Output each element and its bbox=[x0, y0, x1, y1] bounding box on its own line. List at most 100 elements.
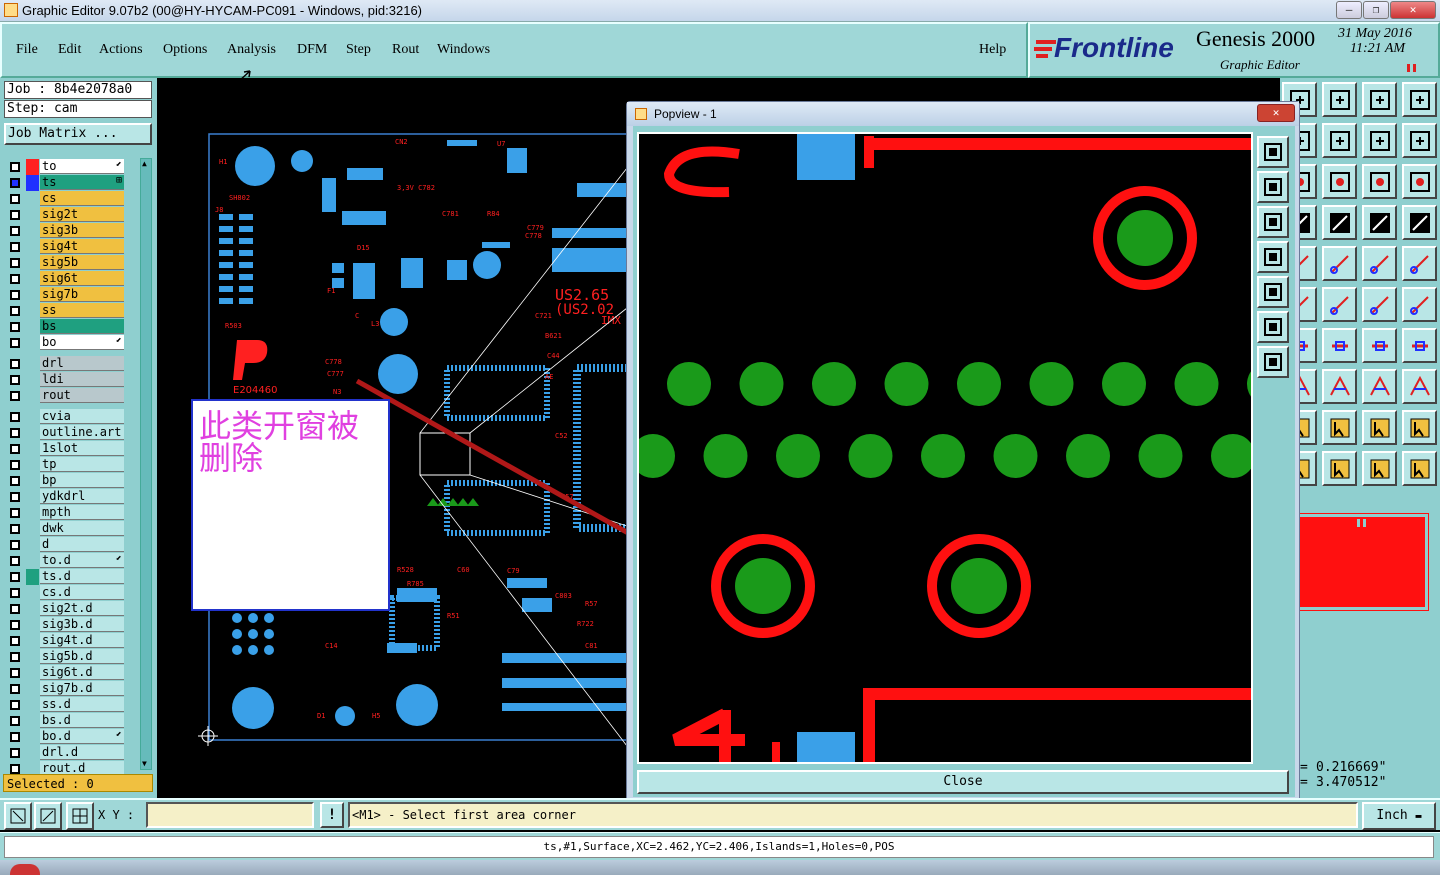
layer-row-ydkdrl[interactable]: ydkdrl bbox=[8, 489, 124, 505]
select-box-tool-button[interactable] bbox=[1322, 451, 1357, 486]
layer-row-mpth[interactable]: mpth bbox=[8, 505, 124, 521]
down-level-button[interactable] bbox=[1257, 206, 1289, 238]
measure-button[interactable] bbox=[34, 802, 62, 830]
layer-checkbox[interactable] bbox=[10, 492, 20, 502]
layer-checkbox[interactable] bbox=[10, 620, 20, 630]
close-window-button[interactable]: ✕ bbox=[1390, 1, 1436, 19]
menu-analysis[interactable]: Analysis bbox=[227, 42, 276, 58]
start-button-icon[interactable] bbox=[10, 864, 40, 875]
layer-checkbox[interactable] bbox=[10, 524, 20, 534]
layer-checkbox[interactable] bbox=[10, 290, 20, 300]
menu-options[interactable]: Options bbox=[163, 42, 207, 58]
layer-checkbox[interactable] bbox=[10, 636, 20, 646]
layer-row-bs-d[interactable]: bs.d bbox=[8, 713, 124, 729]
help-tool-button[interactable] bbox=[1402, 164, 1437, 199]
layer-row-bo[interactable]: bo ⬋ bbox=[8, 335, 124, 351]
layer-checkbox[interactable] bbox=[10, 226, 20, 236]
layer-row-sig7b-d[interactable]: sig7b.d bbox=[8, 681, 124, 697]
layer-checkbox[interactable] bbox=[10, 242, 20, 252]
layer-row-sig4t-d[interactable]: sig4t.d bbox=[8, 633, 124, 649]
layer-row-sig6t-d[interactable]: sig6t.d bbox=[8, 665, 124, 681]
layer-checkbox[interactable] bbox=[10, 375, 20, 385]
dash-tool-button[interactable] bbox=[1322, 369, 1357, 404]
layer-row-sig3b-d[interactable]: sig3b.d bbox=[8, 617, 124, 633]
left-level-button[interactable] bbox=[1257, 241, 1289, 273]
menu-windows[interactable]: Windows bbox=[437, 42, 490, 58]
layer-checkbox[interactable] bbox=[10, 444, 20, 454]
layer-checkbox[interactable] bbox=[10, 652, 20, 662]
net-highlight-tool-button[interactable] bbox=[1402, 205, 1437, 240]
layer-row-bs[interactable]: bs bbox=[8, 319, 124, 335]
cross-tool-button[interactable] bbox=[1322, 287, 1357, 322]
layer-checkbox[interactable] bbox=[10, 162, 20, 172]
layer-checkbox[interactable] bbox=[10, 428, 20, 438]
layer-checkbox[interactable] bbox=[10, 210, 20, 220]
layer-row-cs-d[interactable]: cs.d bbox=[8, 585, 124, 601]
layer-row-to-d[interactable]: to.d ⬋ bbox=[8, 553, 124, 569]
layer-checkbox[interactable] bbox=[10, 700, 20, 710]
pad-tool-button[interactable] bbox=[1402, 246, 1437, 281]
menu-step[interactable]: Step bbox=[346, 42, 371, 58]
menu-edit[interactable]: Edit bbox=[58, 42, 81, 58]
layer-row-ss-d[interactable]: ss.d bbox=[8, 697, 124, 713]
layer-checkbox[interactable] bbox=[10, 194, 20, 204]
ruler-tool-button[interactable] bbox=[1362, 246, 1397, 281]
menu-actions[interactable]: Actions bbox=[99, 42, 143, 58]
layer-checkbox[interactable] bbox=[10, 540, 20, 550]
line-tool-button[interactable] bbox=[1362, 287, 1397, 322]
layer-row-drl-d[interactable]: drl.d bbox=[8, 745, 124, 761]
layer-row-to[interactable]: to ⬋ bbox=[8, 159, 124, 175]
layer-row-tp[interactable]: tp bbox=[8, 457, 124, 473]
layer-checkbox[interactable] bbox=[10, 476, 20, 486]
layer-checkbox[interactable] bbox=[10, 460, 20, 470]
center-button[interactable] bbox=[1257, 346, 1289, 378]
up-level-button[interactable] bbox=[1257, 171, 1289, 203]
grid-tool-button[interactable] bbox=[1322, 205, 1357, 240]
snap-tool-button[interactable] bbox=[1322, 246, 1357, 281]
layer-checkbox[interactable] bbox=[10, 306, 20, 316]
grid-button[interactable] bbox=[66, 802, 94, 830]
zoom-area-button[interactable] bbox=[4, 802, 32, 830]
layer-checkbox[interactable] bbox=[10, 556, 20, 566]
layer-row-drl[interactable]: drl bbox=[8, 356, 124, 372]
layer-checkbox[interactable] bbox=[10, 412, 20, 422]
ramp-tool-button[interactable] bbox=[1362, 410, 1397, 445]
layer-scrollbar[interactable]: ▲ ▼ bbox=[140, 158, 152, 770]
job-matrix-button[interactable]: Job Matrix ... bbox=[4, 123, 152, 145]
net-tool-button[interactable] bbox=[1362, 205, 1397, 240]
layer-checkbox[interactable] bbox=[10, 178, 20, 188]
home-tool-button[interactable] bbox=[1362, 82, 1397, 117]
window-tool-button[interactable] bbox=[1402, 82, 1437, 117]
layer-row-cvia[interactable]: cvia bbox=[8, 409, 124, 425]
layer-row-bo-d[interactable]: bo.d ⬋ bbox=[8, 729, 124, 745]
layer-checkbox[interactable] bbox=[10, 764, 20, 774]
maximize-button[interactable]: ❐ bbox=[1363, 1, 1389, 19]
layer-checkbox[interactable] bbox=[10, 391, 20, 401]
layer-checkbox[interactable] bbox=[10, 732, 20, 742]
layer-checkbox[interactable] bbox=[10, 258, 20, 268]
layer-checkbox[interactable] bbox=[10, 668, 20, 678]
popview-canvas[interactable] bbox=[637, 132, 1253, 764]
right-level-button[interactable] bbox=[1257, 276, 1289, 308]
menu-file[interactable]: File bbox=[16, 42, 38, 58]
select-arrow-tool-button[interactable] bbox=[1362, 451, 1397, 486]
layer-checkbox[interactable] bbox=[10, 604, 20, 614]
layer-checkbox[interactable] bbox=[10, 508, 20, 518]
select-multi-tool-button[interactable] bbox=[1402, 451, 1437, 486]
save-tool-button[interactable] bbox=[1322, 82, 1357, 117]
range-tool-button[interactable] bbox=[1362, 369, 1397, 404]
layer-row-sig2t[interactable]: sig2t bbox=[8, 207, 124, 223]
layer-row-d[interactable]: d bbox=[8, 537, 124, 553]
layer-row-sig2t-d[interactable]: sig2t.d bbox=[8, 601, 124, 617]
menu-help[interactable]: Help bbox=[979, 42, 1006, 58]
layer-row-cs[interactable]: cs bbox=[8, 191, 124, 207]
popview-x-button[interactable]: ✕ bbox=[1257, 104, 1295, 122]
triangle-tool-button[interactable] bbox=[1322, 410, 1357, 445]
layer-row-sig6t[interactable]: sig6t bbox=[8, 271, 124, 287]
layer-row-outline-art[interactable]: outline.art bbox=[8, 425, 124, 441]
pin-tool-button[interactable] bbox=[1402, 287, 1437, 322]
layer-row-sig5b-d[interactable]: sig5b.d bbox=[8, 649, 124, 665]
layer-checkbox[interactable] bbox=[10, 748, 20, 758]
split-tool-button[interactable] bbox=[1402, 328, 1437, 363]
overview-button[interactable] bbox=[1257, 136, 1289, 168]
